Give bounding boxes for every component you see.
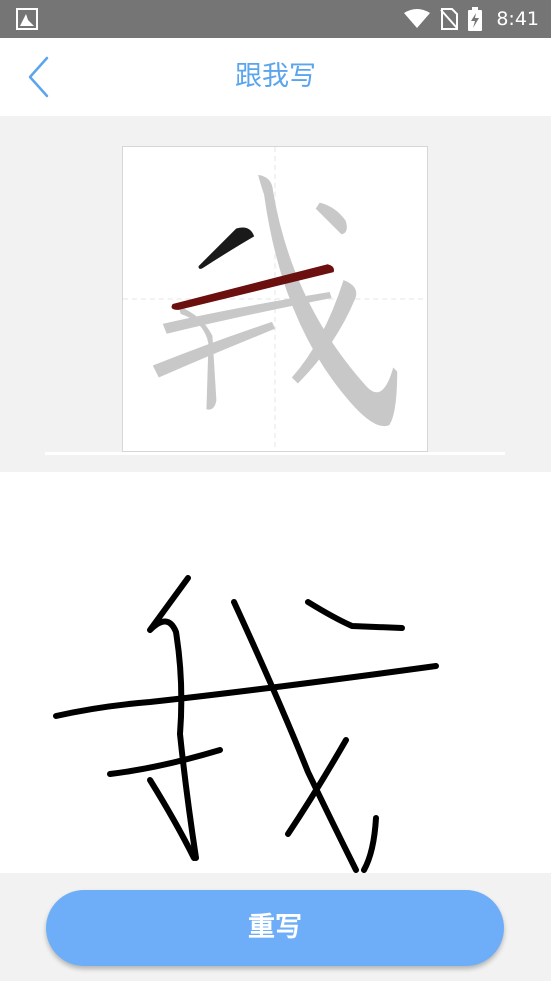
app-header: 跟我写 [0,38,551,117]
writing-area[interactable] [0,472,551,873]
status-bar: 8:41 [0,0,551,38]
panel-divider [45,452,505,455]
status-time: 8:41 [496,8,539,30]
stroke-order-guide [123,147,427,451]
page-title: 跟我写 [235,61,316,92]
status-icons: 8:41 [404,0,539,38]
bottom-action-bar: 重写 [0,873,551,981]
wifi-icon [404,9,431,28]
completed-stroke [198,227,255,269]
app-notification-icon [16,8,38,30]
practice-panel [0,116,551,472]
character-grid [122,146,428,452]
no-sim-icon [440,8,459,30]
rewrite-button[interactable]: 重写 [46,890,504,966]
battery-charging-icon [468,7,483,31]
active-stroke [171,264,335,310]
handwriting-canvas[interactable] [0,472,551,873]
